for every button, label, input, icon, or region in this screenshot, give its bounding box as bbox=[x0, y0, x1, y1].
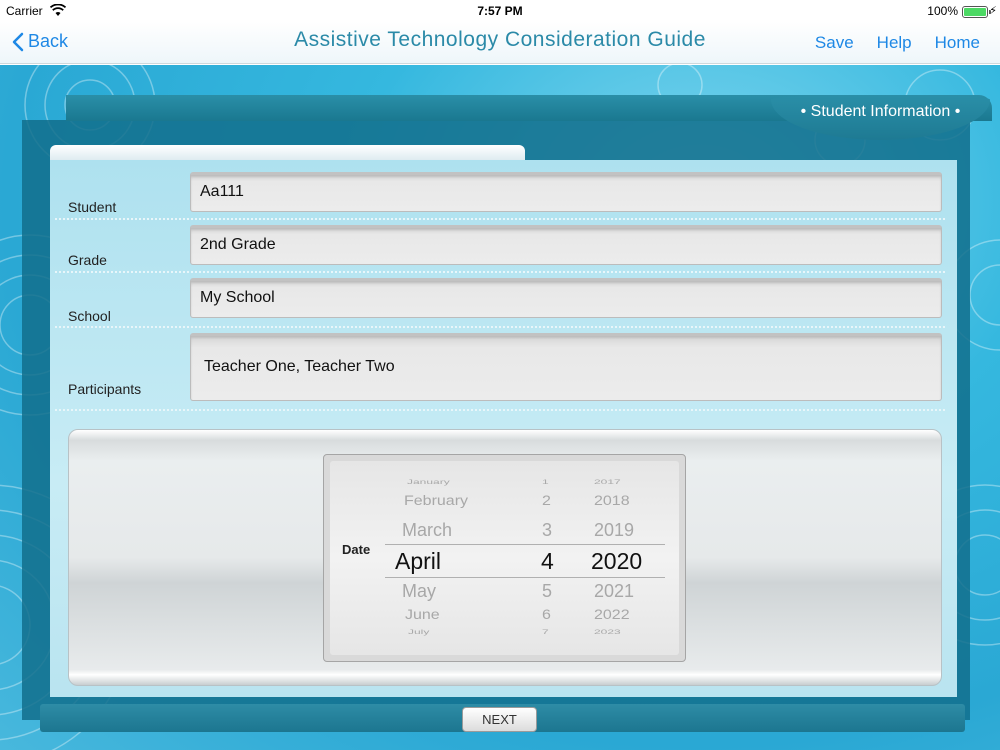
battery-icon bbox=[962, 6, 991, 18]
grade-label: Grade bbox=[68, 252, 107, 268]
home-button[interactable]: Home bbox=[935, 33, 980, 53]
picker-month-option[interactable]: May bbox=[402, 581, 436, 602]
picker-month-option[interactable]: July bbox=[408, 628, 429, 636]
save-button[interactable]: Save bbox=[815, 33, 854, 53]
student-row: Student Aa111 bbox=[55, 172, 945, 220]
picker-day-option[interactable]: 5 bbox=[542, 581, 552, 602]
next-button[interactable]: NEXT bbox=[462, 707, 537, 732]
school-row: School My School bbox=[55, 278, 945, 328]
picker-selection-top bbox=[385, 544, 665, 545]
participants-field[interactable]: Teacher One, Teacher Two bbox=[190, 333, 942, 401]
picker-selection-bottom bbox=[385, 577, 665, 578]
picker-year-option[interactable]: 2019 bbox=[594, 520, 634, 541]
picker-year-option[interactable]: 2022 bbox=[594, 608, 630, 623]
picker-day-option[interactable]: 6 bbox=[542, 608, 551, 623]
picker-day-option[interactable]: 7 bbox=[542, 628, 549, 636]
date-label: Date bbox=[342, 542, 371, 557]
picker-month-option[interactable]: April bbox=[395, 548, 441, 575]
school-label: School bbox=[68, 308, 111, 324]
battery-percent: 100% bbox=[927, 4, 958, 18]
status-bar: Carrier 7:57 PM 100% ⚡ bbox=[0, 0, 1000, 22]
picker-month-option[interactable]: June bbox=[405, 608, 440, 623]
help-button[interactable]: Help bbox=[877, 33, 912, 53]
status-time: 7:57 PM bbox=[477, 4, 523, 18]
picker-day-option[interactable]: 2 bbox=[542, 494, 551, 509]
picker-day-option[interactable]: 3 bbox=[542, 520, 552, 541]
grade-field[interactable]: 2nd Grade bbox=[190, 225, 942, 265]
charging-icon: ⚡ bbox=[989, 5, 997, 17]
student-field[interactable]: Aa111 bbox=[190, 172, 942, 212]
picker-year-option[interactable]: 2017 bbox=[594, 478, 621, 486]
participants-label: Participants bbox=[68, 381, 142, 397]
picker-month-option[interactable]: January bbox=[407, 478, 450, 486]
student-label: Student bbox=[68, 199, 117, 215]
picker-year-option[interactable]: 2020 bbox=[591, 548, 642, 575]
picker-year-option[interactable]: 2018 bbox=[594, 494, 630, 509]
navigation-bar: Back Assistive Technology Consideration … bbox=[0, 22, 1000, 64]
picker-month-option[interactable]: February bbox=[404, 494, 468, 509]
school-field[interactable]: My School bbox=[190, 278, 942, 318]
picker-day-option[interactable]: 1 bbox=[542, 478, 549, 486]
picker-year-option[interactable]: 2023 bbox=[594, 628, 621, 636]
picker-year-option[interactable]: 2021 bbox=[594, 581, 634, 602]
participants-row: Participants Teacher One, Teacher Two bbox=[55, 333, 945, 411]
grade-row: Grade 2nd Grade bbox=[55, 225, 945, 273]
picker-day-option[interactable]: 4 bbox=[541, 548, 554, 575]
nav-actions: Save Help Home bbox=[815, 33, 980, 53]
picker-month-option[interactable]: March bbox=[402, 520, 452, 541]
